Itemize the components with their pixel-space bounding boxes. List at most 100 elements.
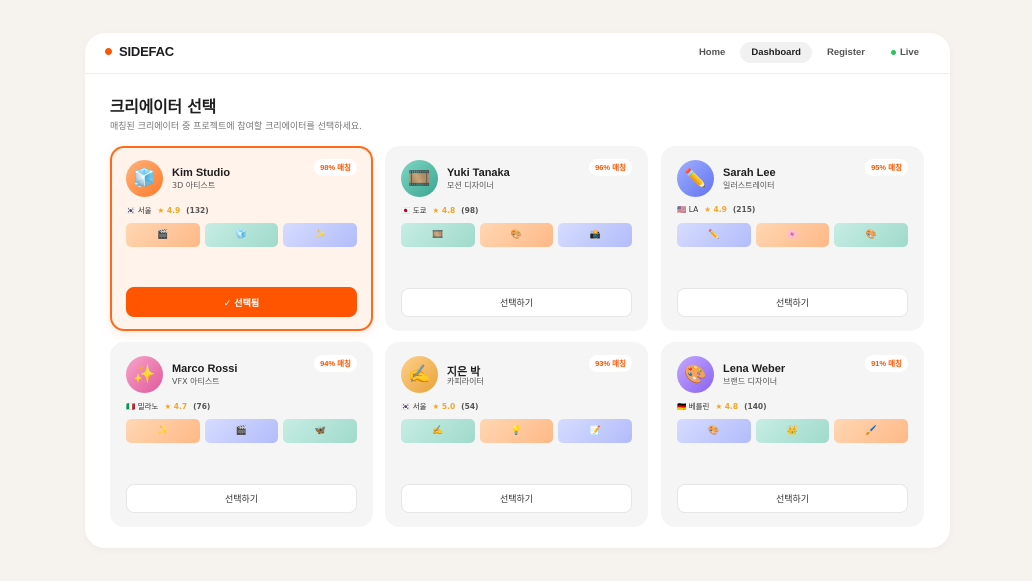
review-count: (140) [744, 402, 767, 411]
portfolio-thumb-sparkles-icon[interactable]: ✨ [283, 223, 358, 247]
rating: ★ 4.7 [164, 402, 188, 411]
portfolio-thumb-paintbrush-icon[interactable]: 🖌️ [834, 419, 909, 443]
top-navbar: SIDEFAC Home Dashboard Register Live [85, 33, 950, 74]
app-window: SIDEFAC Home Dashboard Register Live 크리에… [85, 33, 950, 548]
creator-card-yuki-tanaka[interactable]: 🎞️ Yuki Tanaka 모션 디자이너 96% 매칭 🇯🇵 도쿄 ★ 4.… [385, 146, 648, 331]
portfolio-thumb-pencil-icon[interactable]: ✏️ [677, 223, 751, 247]
city: 서울 [412, 402, 427, 411]
creator-card-kim-studio[interactable]: 🧊 Kim Studio 3D 아티스트 98% 매칭 🇰🇷 서울 ★ 4.9 … [110, 146, 373, 331]
avatar-sparkles-icon: ✨ [126, 356, 163, 393]
portfolio-thumbs: 🎬 🧊 ✨ [126, 223, 358, 247]
live-status-icon [890, 50, 896, 55]
review-count: (76) [193, 402, 211, 411]
city: 베를린 [688, 402, 710, 411]
page-title: 크리에이터 선택 [110, 97, 217, 116]
brand-logo[interactable]: SIDEFAC [105, 44, 174, 59]
portfolio-thumb-butterfly-icon[interactable]: 🦋 [283, 419, 358, 443]
location: 🇺🇸 LA [677, 205, 698, 214]
location: 🇰🇷 서울 [126, 205, 152, 216]
portfolio-thumbs: ✏️ 🌸 🎨 [677, 223, 909, 247]
portfolio-thumbs: ✨ 🎬 🦋 [126, 419, 358, 443]
portfolio-thumb-clapper-icon[interactable]: 🎬 [204, 419, 279, 443]
portfolio-thumb-film-icon[interactable]: 🎞️ [401, 223, 475, 247]
portfolio-thumbs: 🎞️ 🎨 📸 [401, 223, 633, 247]
match-badge: 93% 매칭 [589, 355, 632, 372]
location: 🇰🇷 서울 [401, 401, 427, 412]
flag-icon: 🇩🇪 [677, 402, 687, 411]
location: 🇯🇵 도쿄 [401, 205, 427, 216]
nav-live[interactable]: Live [880, 42, 930, 63]
creator-meta: 🇯🇵 도쿄 ★ 4.8 (98) [401, 205, 478, 216]
creator-card-jieun-park[interactable]: ✍️ 지은 박 카피라이터 93% 매칭 🇰🇷 서울 ★ 5.0 (54) ✍️… [385, 342, 648, 527]
portfolio-thumb-palette-icon[interactable]: 🎨 [677, 419, 751, 443]
rating: ★ 4.9 [157, 206, 181, 215]
portfolio-thumb-crown-icon[interactable]: 👑 [755, 419, 830, 443]
portfolio-thumb-lightbulb-icon[interactable]: 💡 [479, 419, 554, 443]
flag-icon: 🇺🇸 [677, 205, 687, 214]
rating: ★ 4.8 [432, 206, 456, 215]
nav-dashboard[interactable]: Dashboard [740, 42, 812, 63]
review-count: (54) [461, 402, 479, 411]
creator-role: VFX 아티스트 [172, 377, 220, 386]
creator-name: Yuki Tanaka [447, 167, 510, 179]
match-badge: 96% 매칭 [589, 159, 632, 176]
nav-live-label: Live [899, 47, 919, 58]
portfolio-thumb-memo-icon[interactable]: 📝 [558, 419, 633, 443]
match-badge: 94% 매칭 [314, 355, 357, 372]
creator-name: Marco Rossi [172, 363, 238, 375]
creator-role: 모션 디자이너 [447, 181, 494, 190]
nav-register[interactable]: Register [816, 42, 876, 63]
creator-meta: 🇺🇸 LA ★ 4.9 (215) [677, 205, 755, 214]
city: 도쿄 [412, 206, 427, 215]
select-button[interactable]: 선택하기 [677, 288, 908, 317]
city: 밀라노 [137, 402, 159, 411]
flag-icon: 🇰🇷 [401, 402, 411, 411]
avatar-palette-icon: 🎨 [677, 356, 714, 393]
match-badge: 95% 매칭 [865, 159, 908, 176]
select-button[interactable]: 선택하기 [401, 484, 632, 513]
portfolio-thumb-sparkles-icon[interactable]: ✨ [126, 419, 200, 443]
location: 🇮🇹 밀라노 [126, 401, 158, 412]
portfolio-thumb-cube-icon[interactable]: 🧊 [204, 223, 279, 247]
portfolio-thumb-palette-icon[interactable]: 🎨 [479, 223, 554, 247]
portfolio-thumb-clapper-icon[interactable]: 🎬 [126, 223, 200, 247]
creator-name: Lena Weber [723, 363, 786, 375]
creator-meta: 🇰🇷 서울 ★ 4.9 (132) [126, 205, 209, 216]
portfolio-thumb-palette-icon[interactable]: 🎨 [834, 223, 909, 247]
creator-meta: 🇩🇪 베를린 ★ 4.8 (140) [677, 401, 767, 412]
match-badge: 98% 매칭 [314, 159, 357, 176]
location: 🇩🇪 베를린 [677, 401, 709, 412]
match-badge: 91% 매칭 [865, 355, 908, 372]
flag-icon: 🇯🇵 [401, 206, 411, 215]
creator-card-lena-weber[interactable]: 🎨 Lena Weber 브랜드 디자이너 91% 매칭 🇩🇪 베를린 ★ 4.… [661, 342, 924, 527]
avatar-cube-icon: 🧊 [126, 160, 163, 197]
portfolio-thumb-writing-hand-icon[interactable]: ✍️ [401, 419, 475, 443]
portfolio-thumbs: 🎨 👑 🖌️ [677, 419, 909, 443]
portfolio-thumb-flower-icon[interactable]: 🌸 [755, 223, 830, 247]
select-button[interactable]: 선택하기 [401, 288, 632, 317]
select-button[interactable]: 선택하기 [677, 484, 908, 513]
avatar-writing-hand-icon: ✍️ [401, 356, 438, 393]
flag-icon: 🇮🇹 [126, 402, 136, 411]
nav-home[interactable]: Home [688, 42, 736, 63]
creator-name: Sarah Lee [723, 167, 776, 179]
brand-name: SIDEFAC [119, 44, 174, 59]
review-count: (98) [461, 206, 479, 215]
creator-role: 카피라이터 [447, 377, 484, 386]
rating: ★ 5.0 [432, 402, 456, 411]
review-count: (215) [732, 205, 756, 214]
nav-menu: Home Dashboard Register Live [688, 42, 930, 63]
flag-icon: 🇰🇷 [126, 206, 136, 215]
city: 서울 [137, 206, 152, 215]
select-button[interactable]: 선택하기 [126, 484, 357, 513]
selected-button[interactable]: ✓ 선택됨 [126, 287, 357, 317]
review-count: (132) [186, 206, 209, 215]
rating: ★ 4.9 [704, 205, 727, 214]
avatar-film-icon: 🎞️ [401, 160, 438, 197]
creator-card-marco-rossi[interactable]: ✨ Marco Rossi VFX 아티스트 94% 매칭 🇮🇹 밀라노 ★ 4… [110, 342, 373, 527]
portfolio-thumb-camera-icon[interactable]: 📸 [558, 223, 633, 247]
portfolio-thumbs: ✍️ 💡 📝 [401, 419, 633, 443]
creator-card-sarah-lee[interactable]: ✏️ Sarah Lee 일러스트레이터 95% 매칭 🇺🇸 LA ★ 4.9 … [661, 146, 924, 331]
rating: ★ 4.8 [715, 402, 739, 411]
page-subtitle: 매칭된 크리에이터 중 프로젝트에 참여할 크리에이터를 선택하세요. [110, 122, 362, 132]
